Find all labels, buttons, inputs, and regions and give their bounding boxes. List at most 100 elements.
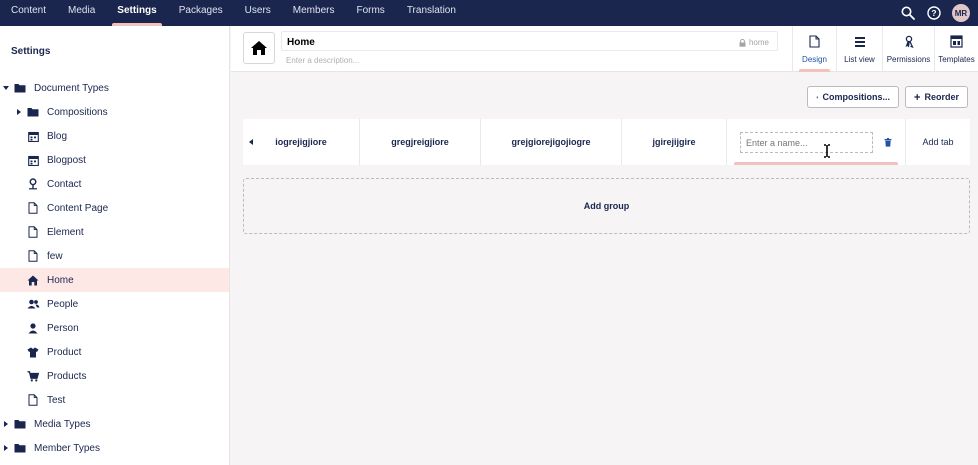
tree-item-label: Element	[47, 226, 84, 238]
tab-design-label: Design	[802, 54, 827, 64]
folder-icon	[13, 81, 27, 95]
document-icon	[26, 201, 40, 215]
tree-item-element[interactable]: Element	[0, 220, 229, 244]
group-tab-label: grejgiorejigojiogre	[511, 137, 591, 147]
tree-item-test[interactable]: Test	[0, 388, 229, 412]
plus-icon	[914, 94, 921, 100]
tab-list-view-label: List view	[844, 54, 875, 64]
name-field[interactable]: Home home	[281, 31, 778, 51]
tree-item-label: Home	[47, 274, 74, 286]
document-icon	[26, 249, 40, 263]
nav-item-settings[interactable]: Settings	[106, 0, 167, 26]
tree-item-products[interactable]: Products	[0, 364, 229, 388]
avatar[interactable]: MR	[952, 4, 970, 22]
document-type-icon-picker[interactable]	[243, 32, 275, 64]
tree-item-people[interactable]: People	[0, 292, 229, 316]
folder-icon	[13, 441, 27, 455]
svg-text:?: ?	[931, 8, 936, 18]
chevron-right-icon[interactable]	[2, 420, 10, 428]
add-group-button[interactable]: Add group	[243, 178, 970, 234]
document-icon	[808, 35, 822, 49]
calendar-icon	[26, 129, 40, 143]
group-tab-label: iogrejigjiore	[275, 137, 327, 147]
search-icon[interactable]	[900, 5, 916, 21]
cart-icon	[26, 369, 40, 383]
tree-item-document-types[interactable]: Document Types	[0, 76, 229, 100]
nav-item-packages[interactable]: Packages	[168, 0, 234, 26]
group-tab-label: gregjreigjiore	[391, 137, 449, 147]
folder-icon	[26, 105, 40, 119]
tree-item-label: Product	[47, 346, 82, 358]
description-field[interactable]: Enter a description...	[286, 56, 359, 65]
tree-item-label: Compositions	[47, 106, 108, 118]
compositions-icon	[816, 95, 819, 99]
nav-item-media[interactable]: Media	[57, 0, 106, 26]
tree-item-product[interactable]: Product	[0, 340, 229, 364]
group-tab[interactable]: iogrejigjiore	[243, 119, 360, 165]
nav-item-users[interactable]: Users	[234, 0, 282, 26]
tab-list-view[interactable]: List view	[836, 26, 882, 72]
name-value: Home	[287, 37, 315, 48]
home-icon	[26, 273, 40, 287]
tree-item-compositions[interactable]: Compositions	[0, 100, 229, 124]
tree-item-label: Content Page	[47, 202, 109, 214]
tree-item-blogpost[interactable]: Blogpost	[0, 148, 229, 172]
add-tab-button[interactable]: Add tab	[906, 119, 970, 165]
tab-permissions-label: Permissions	[886, 54, 931, 64]
top-navigation: Content Media Settings Packages Users Me…	[0, 0, 978, 26]
reorder-button-label: Reorder	[924, 92, 959, 102]
permissions-icon	[902, 35, 916, 49]
compositions-button[interactable]: Compositions...	[807, 86, 899, 108]
sidebar: Settings Document Types Compositions Blog B…	[0, 26, 230, 465]
templates-icon	[950, 35, 964, 49]
trash-icon[interactable]	[882, 136, 894, 148]
tab-name-input[interactable]	[740, 132, 873, 153]
tree-item-content-page[interactable]: Content Page	[0, 196, 229, 220]
nav-item-members[interactable]: Members	[282, 0, 346, 26]
tree-item-label: Contact	[47, 178, 82, 190]
nav-item-content[interactable]: Content	[0, 0, 57, 26]
document-icon	[26, 393, 40, 407]
nav-item-forms[interactable]: Forms	[345, 0, 395, 26]
tree-item-label: Document Types	[34, 82, 109, 94]
tree-item-person[interactable]: Person	[0, 316, 229, 340]
user-icon	[26, 321, 40, 335]
tree-item-few[interactable]: few	[0, 244, 229, 268]
group-tab[interactable]: gregjreigjiore	[360, 119, 481, 165]
group-tab[interactable]: jgirejijgire	[622, 119, 727, 165]
compositions-button-label: Compositions...	[822, 92, 891, 102]
chevron-down-icon[interactable]	[2, 84, 10, 92]
tree-item-label: Test	[47, 394, 66, 406]
help-icon[interactable]: ?	[926, 5, 942, 21]
tree-item-label: Person	[47, 322, 79, 334]
tree-item-label: Blogpost	[47, 154, 86, 166]
folder-icon	[13, 417, 27, 431]
tree-item-contact[interactable]: Contact	[0, 172, 229, 196]
shirt-icon	[26, 345, 40, 359]
tab-templates[interactable]: Templates	[934, 26, 978, 72]
chevron-right-icon[interactable]	[15, 108, 23, 116]
tab-permissions[interactable]: Permissions	[882, 26, 934, 72]
alias-value: home	[748, 38, 769, 47]
text-cursor-icon	[824, 144, 830, 158]
reorder-button[interactable]: Reorder	[905, 86, 968, 108]
alias-field[interactable]: home	[739, 38, 769, 47]
tree-item-label: People	[47, 298, 79, 310]
tree-item-label: Products	[47, 370, 87, 382]
chevron-left-icon[interactable]	[249, 139, 253, 145]
tree-item-label: Blog	[47, 130, 68, 142]
tree-item-blog[interactable]: Blog	[0, 124, 229, 148]
group-tabs-bar: iogrejigjiore gregjreigjiore grejgioreji…	[243, 119, 970, 165]
tab-design[interactable]: Design	[792, 26, 836, 72]
nav-item-translation[interactable]: Translation	[396, 0, 467, 26]
group-tab[interactable]: grejgiorejigojiogre	[481, 119, 622, 165]
tree-item-media-types[interactable]: Media Types	[0, 412, 229, 436]
tree-item-home[interactable]: Home	[0, 268, 229, 292]
calendar-icon	[26, 153, 40, 167]
tree-item-label: Member Types	[34, 442, 100, 454]
list-icon	[853, 35, 867, 49]
new-tab	[727, 119, 906, 165]
tree-item-member-types[interactable]: Member Types	[0, 436, 229, 460]
tree-item-label: few	[47, 250, 63, 262]
chevron-right-icon[interactable]	[2, 444, 10, 452]
